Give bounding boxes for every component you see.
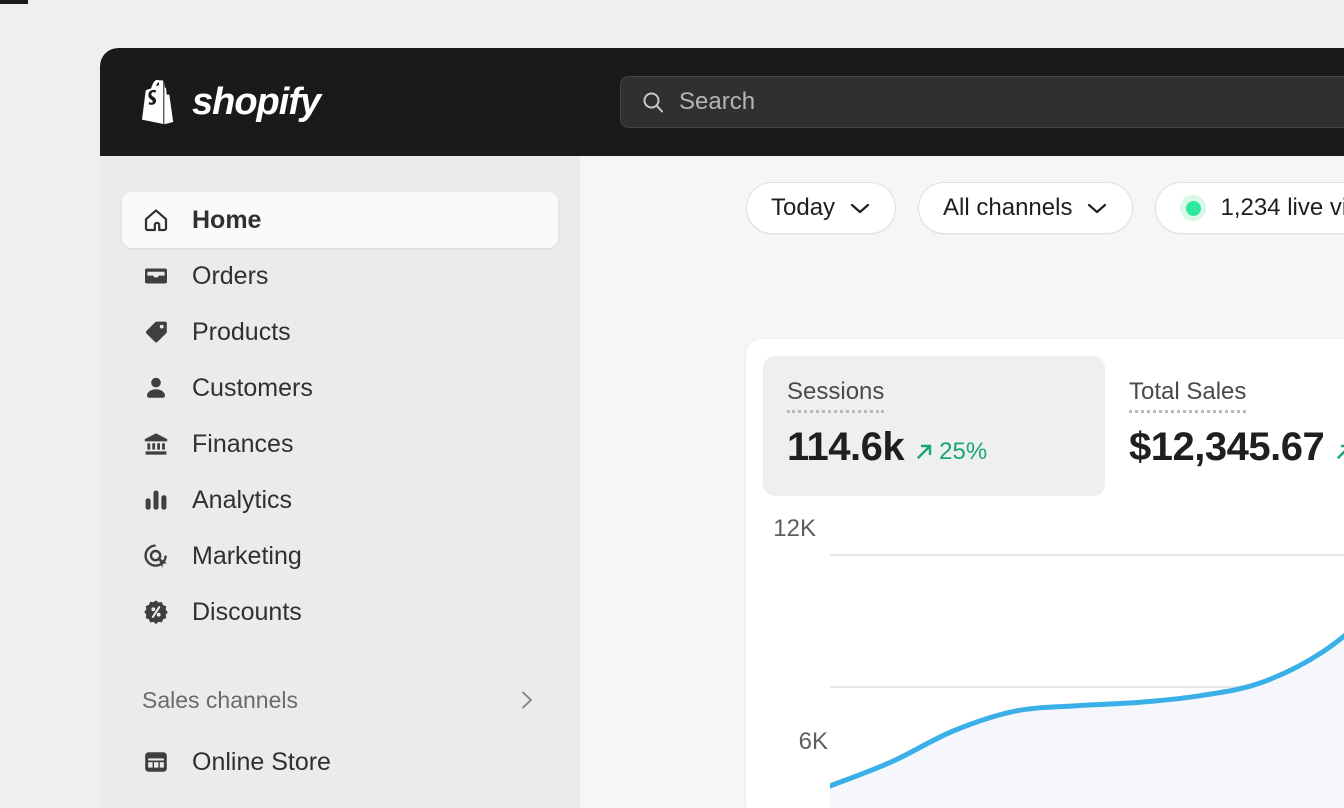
metric-sessions[interactable]: Sessions 114.6k 25% — [763, 356, 1105, 496]
bar-chart-icon — [145, 490, 167, 510]
chevron-down-icon — [850, 203, 870, 214]
metric-delta: 2% — [1336, 438, 1344, 466]
top-bar: shopify Search — [100, 48, 1344, 156]
home-icon — [144, 209, 168, 232]
date-range-label: Today — [771, 194, 836, 221]
arrow-up-right-icon — [1337, 444, 1344, 459]
sidebar-item-label: Orders — [192, 261, 269, 290]
brand-name: shopify — [192, 81, 321, 123]
search-placeholder: Search — [679, 88, 756, 115]
sidebar-item-online-store[interactable]: Online Store — [122, 734, 558, 790]
discount-icon — [144, 600, 168, 624]
sidebar-item-label: Products — [192, 317, 291, 346]
channel-filter-label: All channels — [943, 194, 1073, 221]
live-visitors-label: 1,234 live visitors — [1220, 194, 1344, 221]
target-icon — [144, 544, 167, 568]
sidebar-item-analytics[interactable]: Analytics — [122, 472, 558, 528]
metrics-row: Sessions 114.6k 25% Total Sales $12,345.… — [746, 339, 1344, 496]
overview-card: Sessions 114.6k 25% Total Sales $12,345.… — [746, 339, 1344, 808]
app-window: shopify Search Home Orders Products Cust… — [100, 48, 1344, 808]
sidebar-item-discounts[interactable]: Discounts — [122, 584, 558, 640]
sidebar-item-label: Online Store — [192, 747, 331, 776]
main-content: Today All channels 1,234 live visitors — [580, 156, 1344, 808]
sidebar-item-customers[interactable]: Customers — [122, 360, 558, 416]
sidebar-section-sales-channels[interactable]: Sales channels — [122, 680, 558, 720]
tag-icon — [146, 321, 167, 343]
sidebar-item-label: Finances — [192, 429, 294, 458]
sidebar-item-label: Home — [192, 205, 262, 234]
live-indicator-icon — [1180, 195, 1207, 221]
sidebar-item-home[interactable]: Home — [122, 192, 558, 248]
bank-icon — [144, 433, 168, 455]
sales-channels-list: Online Store — [100, 720, 580, 790]
channel-filter[interactable]: All channels — [918, 182, 1134, 234]
metric-label: Sessions — [787, 378, 885, 413]
storefront-icon — [145, 752, 167, 772]
date-range-filter[interactable]: Today — [746, 182, 897, 234]
y-axis-tick-label: 6K — [798, 728, 828, 755]
sidebar-item-label: Customers — [192, 373, 313, 402]
orders-icon — [145, 268, 167, 284]
metric-delta: 25% — [916, 438, 987, 466]
live-visitors-pill[interactable]: 1,234 live visitors — [1155, 182, 1344, 234]
sessions-chart: 12K 6K — [746, 511, 1344, 808]
search-icon — [643, 92, 663, 113]
metric-value: 114.6k — [787, 425, 905, 469]
sidebar-item-finances[interactable]: Finances — [122, 416, 558, 472]
search-input[interactable]: Search — [620, 76, 1344, 128]
metric-total-sales[interactable]: Total Sales $12,345.67 2% — [1105, 356, 1344, 496]
sidebar-item-label: Marketing — [192, 541, 302, 570]
filter-bar: Today All channels 1,234 live visitors — [580, 156, 1344, 234]
sidebar-nav: Home Orders Products Customers Finances … — [100, 156, 580, 640]
shopify-bag-logo-icon — [142, 79, 174, 125]
chevron-down-icon — [1088, 203, 1107, 214]
person-icon — [147, 377, 165, 398]
corner-artifact — [0, 0, 28, 4]
sidebar-item-label: Discounts — [192, 597, 302, 626]
metric-delta-value: 25% — [939, 437, 988, 465]
sidebar-item-label: Analytics — [192, 485, 293, 514]
chevron-right-icon — [522, 691, 532, 709]
sidebar: Home Orders Products Customers Finances … — [100, 156, 580, 808]
metric-label: Total Sales — [1129, 378, 1247, 413]
sidebar-section-label: Sales channels — [142, 686, 298, 713]
metric-value: $12,345.67 — [1129, 425, 1325, 469]
arrow-up-right-icon — [917, 444, 932, 459]
brand-logo[interactable]: shopify — [138, 78, 321, 126]
sidebar-item-products[interactable]: Products — [122, 304, 558, 360]
chart-plot-area — [830, 554, 1344, 808]
sidebar-item-orders[interactable]: Orders — [122, 248, 558, 304]
y-axis-tick-label: 12K — [773, 515, 816, 542]
sidebar-item-marketing[interactable]: Marketing — [122, 528, 558, 584]
